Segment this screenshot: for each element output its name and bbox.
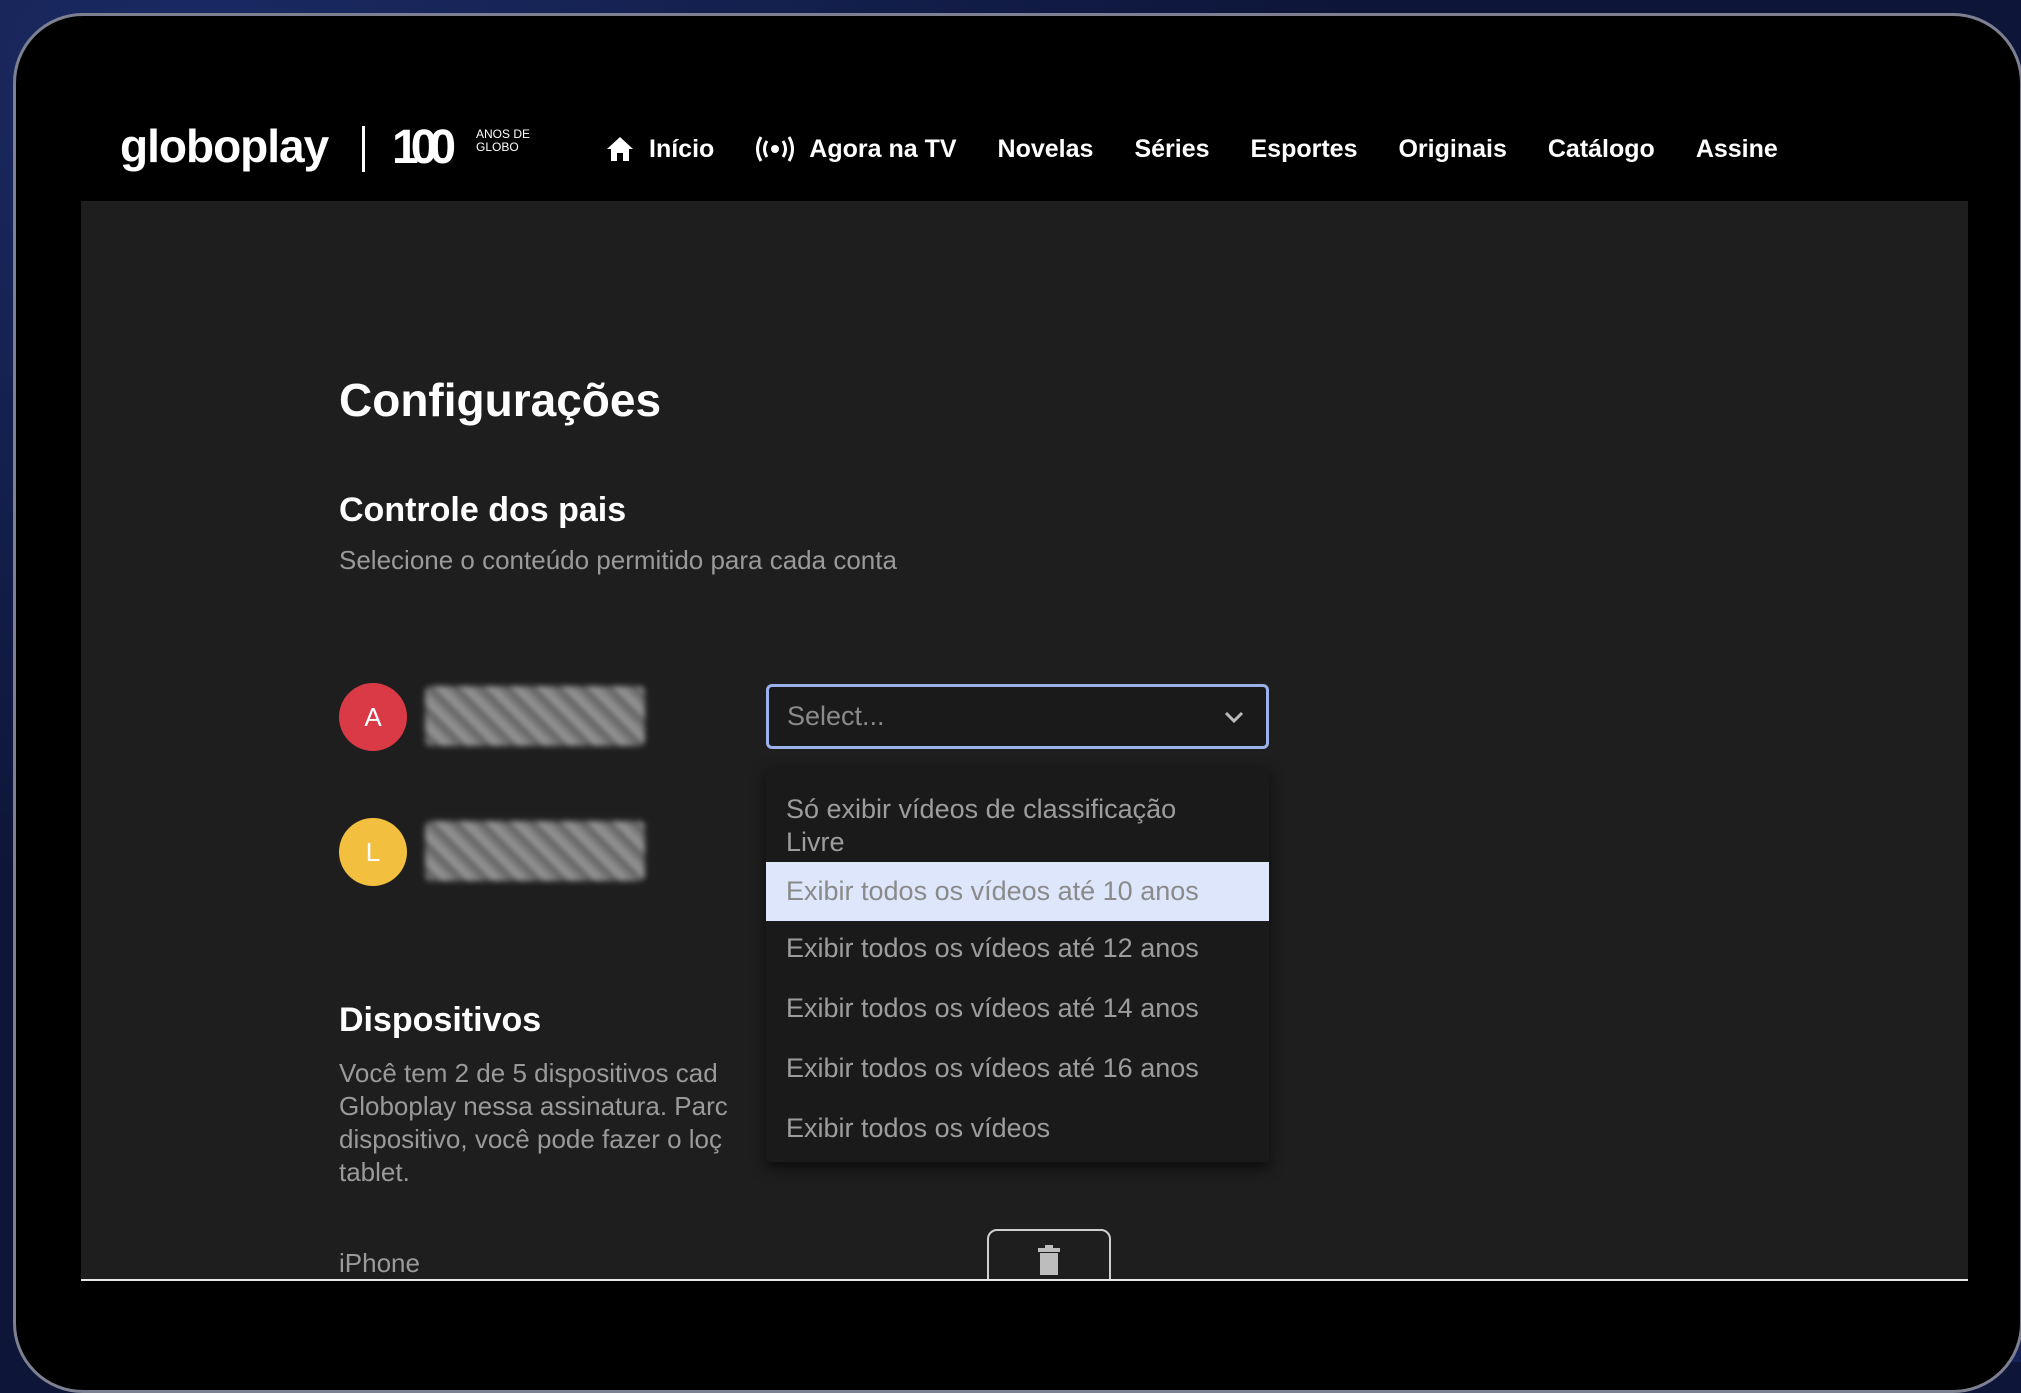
anos-de-globo-text: ANOS DE GLOBO [476,127,531,154]
option-16-anos[interactable]: Exibir todos os vídeos até 16 anos [766,1052,1269,1085]
panel-bottom-border [81,1279,1968,1281]
option-livre-line-1[interactable]: Só exibir vídeos de classificação [766,793,1269,826]
option-14-anos[interactable]: Exibir todos os vídeos até 14 anos [766,992,1269,1025]
select-placeholder: Select... [787,701,885,731]
globoplay-logo[interactable]: globoplay [120,118,329,174]
profile-avatar-l: L [339,818,407,886]
chevron-down-icon [1214,710,1254,724]
nav-esportes[interactable]: Esportes [1251,135,1358,164]
devices-desc-line-3: dispositivo, você pode fazer o loç [339,1124,722,1154]
nav-inicio[interactable]: Início [605,135,714,164]
option-todos[interactable]: Exibir todos os vídeos [766,1112,1269,1145]
devices-title: Dispositivos [339,1001,542,1039]
nav-agora-na-tv[interactable]: Agora na TV [755,134,957,164]
option-livre-line-2[interactable]: Livre [766,826,1269,859]
devices-desc-line-2: Globoplay nessa assinatura. Parc [339,1091,728,1121]
profile-name-blurred [425,686,645,746]
devices-desc-line-4: tablet. [339,1157,410,1187]
profile-avatar-a: A [339,683,407,751]
main-nav: Início Agora na TV Novelas Séries Esport… [605,132,1819,166]
option-12-anos[interactable]: Exibir todos os vídeos até 12 anos [766,932,1269,965]
profile-name-blurred [425,821,645,881]
parental-rating-select[interactable]: Select... [766,684,1269,749]
100-anos-logo: 100 [392,121,456,174]
nav-catalogo[interactable]: Catálogo [1548,135,1655,164]
logo-divider [362,126,365,172]
nav-originais[interactable]: Originais [1398,135,1506,164]
parental-control-subtitle: Selecione o conteúdo permitido para cada… [339,545,897,575]
top-navigation: globoplay 100 ANOS DE GLOBO Início Agora… [0,0,2021,200]
remove-device-button[interactable] [987,1229,1111,1280]
nav-series[interactable]: Séries [1134,135,1209,164]
broadcast-icon [755,135,795,163]
option-10-anos[interactable]: Exibir todos os vídeos até 10 anos [766,862,1269,921]
device-name: iPhone [339,1248,420,1278]
nav-inicio-label: Início [649,134,715,163]
trash-icon [1036,1244,1062,1281]
home-icon [605,135,635,163]
nav-novelas[interactable]: Novelas [998,135,1094,164]
nav-assine[interactable]: Assine [1696,135,1778,164]
settings-panel: Configurações Controle dos pais Selecion… [81,201,1968,1280]
devices-desc-line-1: Você tem 2 de 5 dispositivos cad [339,1058,718,1088]
page-title: Configurações [339,374,662,426]
nav-agora-na-tv-label: Agora na TV [809,134,957,163]
parental-rating-dropdown: Só exibir vídeos de classificação Livre … [766,767,1269,1162]
parental-control-title: Controle dos pais [339,491,627,529]
